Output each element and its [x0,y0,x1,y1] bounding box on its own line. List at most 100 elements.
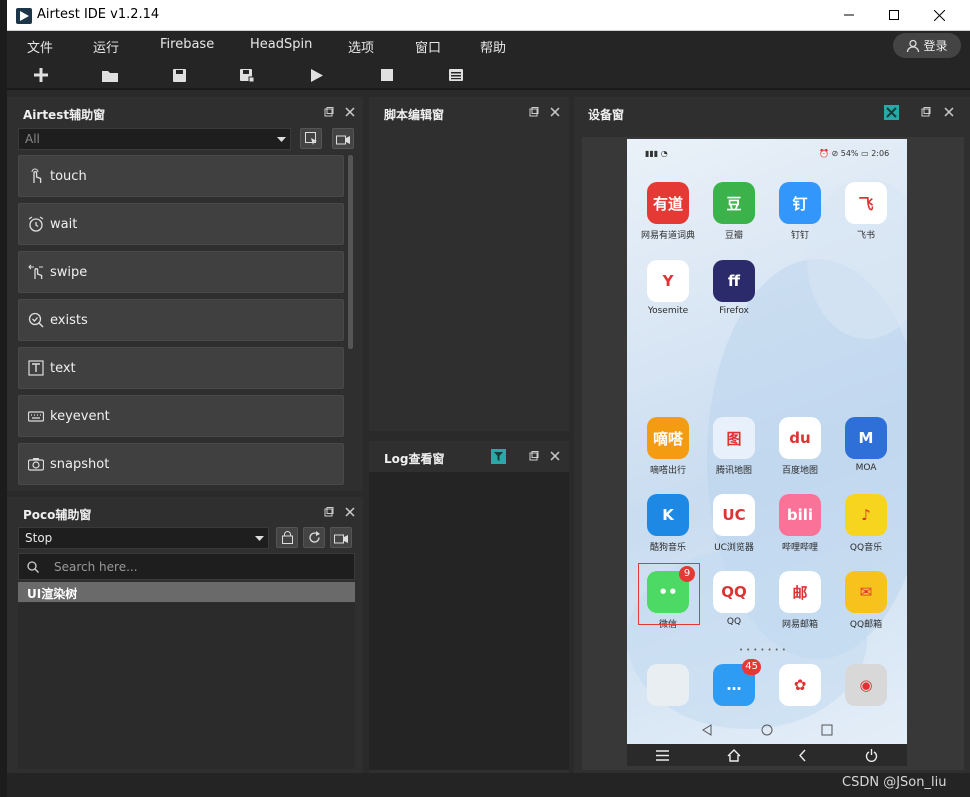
poco-record-button[interactable] [330,527,352,548]
app-icon-mid-4[interactable]: K 酷狗音乐 [633,494,703,553]
app-icon-mid-3[interactable]: M MOA [831,417,901,473]
app-icon-mid-1[interactable]: 图腾讯地图 [699,417,769,476]
power-icon[interactable] [865,748,878,762]
float-panel-icon[interactable] [529,451,539,461]
menu-help[interactable]: 帮助 [480,37,506,56]
view-log-button[interactable] [445,65,467,85]
app-icon-dock-1[interactable]: … 45 [699,659,769,706]
menu-window[interactable]: 窗口 [415,37,441,56]
app-icon-mid-2[interactable]: du 百度地图 [765,417,835,476]
new-script-button[interactable] [30,65,52,85]
api-exists-button[interactable]: exists [18,299,344,341]
menu-options[interactable]: 选项 [348,37,374,56]
poco-search-input[interactable]: Search here... [18,553,355,580]
menu-firebase[interactable]: Firebase [160,37,214,52]
selection-highlight-box [638,563,700,625]
api-keyevent-button[interactable]: keyevent [18,395,344,437]
app-icon-top-4[interactable]: Y Yosemite [633,260,703,316]
log-icon [449,69,463,81]
open-button[interactable] [99,65,121,85]
float-panel-icon[interactable] [529,107,539,117]
home-icon[interactable] [727,748,741,762]
close-panel-icon[interactable] [550,451,560,461]
app-glyph [647,664,689,706]
menu-file[interactable]: 文件 [27,37,53,56]
app-icon-top-0[interactable]: 有道 网易有道词典 [633,182,703,241]
app-glyph: du [779,417,821,459]
app-icon-top-3[interactable]: 飞飞书 [831,182,901,241]
maximize-button[interactable] [871,0,917,30]
lock-ui-button[interactable] [276,527,298,548]
api-list-scrollbar[interactable] [348,155,353,349]
app-icon-mid-0[interactable]: 嘀嗒 嘀嗒出行 [633,417,703,476]
app-icon-dock-0[interactable] [633,664,703,706]
api-filter-dropdown[interactable]: All [18,128,291,150]
open-folder-icon [102,70,118,82]
window-title: Airtest IDE v1.2.14 [37,7,160,22]
menu-headspin[interactable]: HeadSpin [250,37,312,52]
app-label: MOA [855,463,877,473]
float-panel-icon[interactable] [324,507,334,517]
app-glyph: ◉ [845,664,887,706]
ui-tree-view[interactable] [18,603,355,769]
float-panel-icon[interactable] [921,107,931,117]
log-filter-icon[interactable] [491,449,506,464]
app-icon-top-5[interactable]: ff Firefox [699,260,769,316]
api-text-button[interactable]: text [18,347,344,389]
refresh-tree-button[interactable] [303,527,325,548]
swipe-hand-icon [28,264,43,279]
stop-button[interactable] [376,65,398,85]
app-icon-top-2[interactable]: 钉钉钉 [765,182,835,241]
app-icon-mid-11[interactable]: ✉ QQ邮箱 [831,571,901,630]
api-swipe-button[interactable]: swipe [18,251,344,293]
keyboard-icon [28,411,44,422]
ui-tree-root-item[interactable]: UI渲染树 [18,582,355,602]
app-glyph: M [845,417,887,459]
api-touch-label: touch [50,168,87,184]
float-panel-icon[interactable] [324,107,334,117]
page-indicator: ••••••• [739,646,789,654]
device-control-bar [627,744,907,766]
app-icon-mid-5[interactable]: UC UC浏览器 [699,494,769,553]
phone-screen[interactable]: ▮▮▮ ◔ ⏰ ⊘ 54% ▭ 2:06 有道 网易有道词典豆豆瓣钉钉钉飞飞书 Y Y… [627,139,907,744]
app-icon-dock-3[interactable]: ◉ [831,664,901,706]
log-output-area[interactable] [369,472,569,770]
app-icon-dock-2[interactable]: ✿ [765,664,835,706]
app-icon-mid-6[interactable]: bili 哔哩哔哩 [765,494,835,553]
nav-back-icon[interactable] [701,724,713,736]
menu-icon[interactable] [655,749,669,761]
app-label: 豆瓣 [724,231,743,241]
poco-mode-dropdown[interactable]: Stop [18,527,269,549]
menu-run[interactable]: 运行 [93,37,119,56]
app-glyph: 豆 [713,182,755,224]
close-panel-icon[interactable] [550,107,560,117]
app-icon-mid-7[interactable]: ♪ QQ音乐 [831,494,901,553]
device-tools-icon[interactable] [884,105,899,120]
save-as-button[interactable] [236,65,258,85]
record-button[interactable] [332,128,354,149]
airtest-panel-title: Airtest辅助窗 [23,108,106,122]
app-icon-mid-10[interactable]: 邮网易邮箱 [765,571,835,630]
nav-recent-icon[interactable] [821,724,833,736]
api-snapshot-button[interactable]: snapshot [18,443,344,485]
login-button[interactable]: 登录 [893,33,961,58]
close-panel-icon[interactable] [944,107,954,117]
save-button[interactable] [168,65,190,85]
app-icon-top-1[interactable]: 豆豆瓣 [699,182,769,241]
nav-home-icon[interactable] [761,724,773,736]
run-button[interactable] [306,65,328,85]
menu-bar: 文件 运行 Firebase HeadSpin 选项 窗口 帮助 [7,31,970,60]
app-icon-mid-9[interactable]: QQ QQ [699,571,769,627]
screenshot-select-button[interactable] [300,128,322,149]
login-label: 登录 [923,39,948,53]
app-label: Yosemite [647,306,689,316]
close-panel-icon[interactable] [345,507,355,517]
api-wait-button[interactable]: wait [18,203,344,245]
close-panel-icon[interactable] [345,107,355,117]
notification-badge: 45 [742,659,761,675]
close-window-button[interactable] [916,0,962,30]
api-touch-button[interactable]: touch [18,155,344,197]
minimize-button[interactable] [826,0,872,30]
status-signal: ▮▮▮ ◔ [645,149,668,158]
back-icon[interactable] [798,749,807,762]
